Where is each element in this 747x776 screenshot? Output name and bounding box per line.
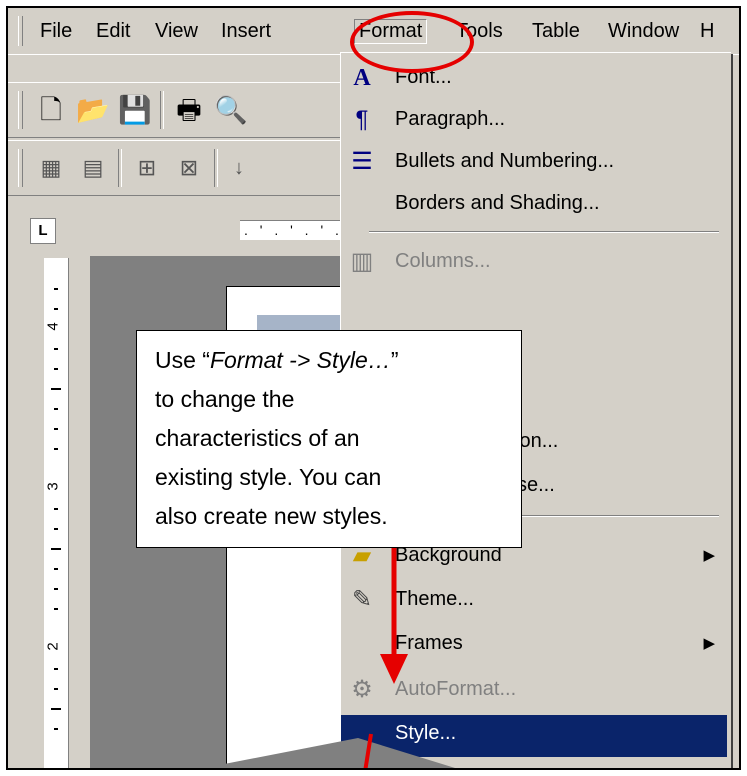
callout-pointer [203, 738, 456, 768]
application-window: File Edit View Insert Format Tools Table… [6, 6, 741, 770]
arrow-head-icon [380, 654, 408, 684]
annotation-overlay [203, 548, 456, 768]
